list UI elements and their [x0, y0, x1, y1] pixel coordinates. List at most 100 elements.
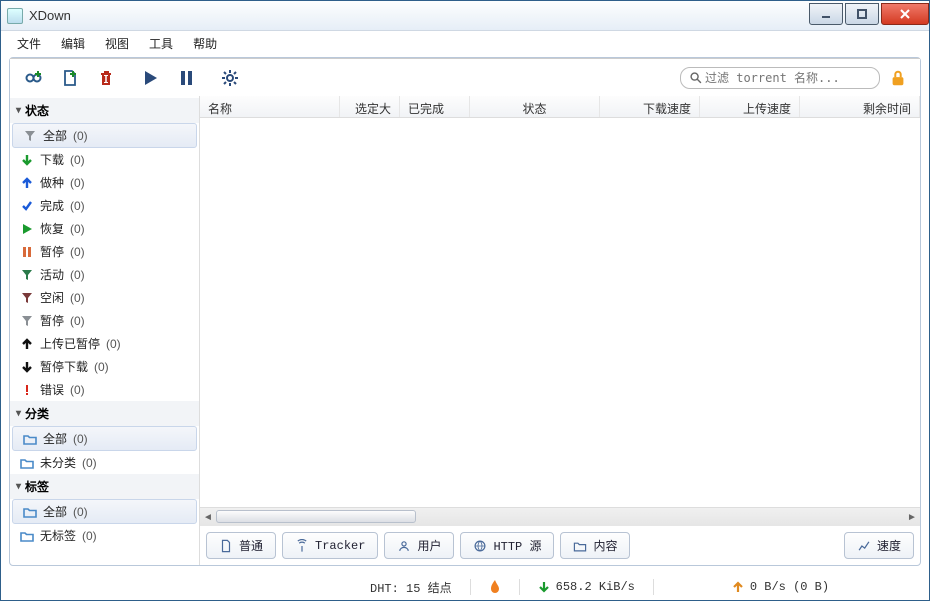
- tab-tracker[interactable]: Tracker: [282, 532, 378, 559]
- col-dl[interactable]: 下载速度: [600, 96, 700, 117]
- folder-icon: [20, 530, 34, 542]
- sidebar-item[interactable]: 恢复(0): [10, 217, 199, 240]
- flame-icon: [489, 580, 501, 594]
- sidebar-item[interactable]: 未分类(0): [10, 451, 199, 474]
- sidebar-item-label: 暂停: [40, 243, 64, 260]
- tab-content-label: 内容: [593, 537, 617, 554]
- tab-http-label: HTTP 源: [493, 537, 541, 554]
- col-name[interactable]: 名称: [200, 96, 340, 117]
- close-button[interactable]: [881, 3, 929, 25]
- menu-bar: 文件 编辑 视图 工具 帮助: [1, 31, 929, 55]
- antenna-icon: [295, 539, 309, 553]
- sidebar-item[interactable]: 全部(0): [12, 123, 197, 148]
- funnel-icon: [20, 269, 34, 281]
- menu-edit[interactable]: 编辑: [51, 32, 95, 55]
- horizontal-scrollbar[interactable]: ◄ ►: [200, 507, 920, 525]
- sidebar-item[interactable]: 做种 (0): [10, 171, 199, 194]
- tab-peers[interactable]: 用户: [384, 532, 454, 559]
- app-window: XDown 文件 编辑 视图 工具 帮助: [0, 0, 930, 601]
- lock-button[interactable]: [886, 66, 910, 90]
- sidebar-item-label: 做种: [40, 174, 64, 191]
- col-ul[interactable]: 上传速度: [700, 96, 800, 117]
- delete-button[interactable]: [92, 64, 120, 92]
- filter-input[interactable]: [703, 70, 871, 86]
- col-status[interactable]: 状态: [470, 96, 600, 117]
- sidebar-item-count: (0): [82, 529, 97, 543]
- col-done[interactable]: 已完成: [400, 96, 470, 117]
- sidebar-item-label: 全部: [43, 430, 67, 447]
- app-icon: [7, 8, 23, 24]
- window-buttons: [809, 3, 929, 25]
- sidebar-group-header[interactable]: 标签: [10, 474, 199, 499]
- title-bar: XDown: [1, 1, 929, 31]
- tab-http[interactable]: HTTP 源: [460, 532, 554, 559]
- folder-icon: [23, 506, 37, 518]
- sidebar-item-count: (0): [70, 176, 85, 190]
- status-firewall: [475, 580, 515, 594]
- sidebar-item-label: 恢复: [40, 220, 64, 237]
- sidebar-group-header[interactable]: 状态: [10, 98, 199, 123]
- sidebar-item[interactable]: 下载 (0): [10, 148, 199, 171]
- sidebar-item[interactable]: 活动(0): [10, 263, 199, 286]
- sidebar-item[interactable]: 错误(0): [10, 378, 199, 401]
- sidebar-item-count: (0): [94, 360, 109, 374]
- scroll-right-icon[interactable]: ►: [904, 508, 920, 526]
- sidebar-item-count: (0): [70, 245, 85, 259]
- arrow-up-icon: [20, 338, 34, 350]
- scroll-left-icon[interactable]: ◄: [200, 508, 216, 526]
- sidebar-item[interactable]: 上传已暂停(0): [10, 332, 199, 355]
- sidebar-item-count: (0): [73, 432, 88, 446]
- menu-help[interactable]: 帮助: [183, 32, 227, 55]
- tab-general-label: 普通: [239, 537, 263, 554]
- torrent-list[interactable]: [200, 118, 920, 507]
- menu-view[interactable]: 视图: [95, 32, 139, 55]
- sidebar-item-count: (0): [82, 456, 97, 470]
- sidebar-item-count: (0): [70, 383, 85, 397]
- start-button[interactable]: [136, 64, 164, 92]
- menu-tools[interactable]: 工具: [139, 32, 183, 55]
- sidebar-item[interactable]: 全部(0): [12, 499, 197, 524]
- tab-peers-label: 用户: [417, 537, 441, 554]
- arrow-down-icon: [538, 581, 550, 593]
- sidebar-item-label: 暂停: [40, 312, 64, 329]
- window-title: XDown: [29, 8, 809, 23]
- sidebar-item[interactable]: 暂停下载(0): [10, 355, 199, 378]
- sidebar-item[interactable]: 空闲(0): [10, 286, 199, 309]
- pause-button[interactable]: [172, 64, 200, 92]
- sidebar-item[interactable]: 暂停 (0): [10, 240, 199, 263]
- sidebar-item-count: (0): [70, 153, 85, 167]
- funnel-icon: [20, 315, 34, 327]
- menu-file[interactable]: 文件: [7, 32, 51, 55]
- add-link-button[interactable]: [20, 64, 48, 92]
- tab-content[interactable]: 内容: [560, 532, 630, 559]
- arrow-up-icon: [20, 177, 34, 189]
- sidebar-item-label: 空闲: [40, 289, 64, 306]
- sidebar-item-count: (0): [73, 129, 88, 143]
- funnel-icon: [23, 130, 37, 142]
- sidebar-item[interactable]: 暂停(0): [10, 309, 199, 332]
- sidebar-item[interactable]: 无标签 (0): [10, 524, 199, 547]
- sidebar-item-label: 上传已暂停: [40, 335, 100, 352]
- tab-speed-label: 速度: [877, 537, 901, 554]
- sidebar-item[interactable]: 完成(0): [10, 194, 199, 217]
- col-eta[interactable]: 剩余时间: [800, 96, 920, 117]
- sidebar-group-header[interactable]: 分类: [10, 401, 199, 426]
- add-file-button[interactable]: [56, 64, 84, 92]
- status-upload-speed: 0 B/s (0 B): [718, 580, 843, 594]
- funnel-icon: [20, 292, 34, 304]
- filter-search[interactable]: [680, 67, 880, 89]
- sidebar-item[interactable]: 全部 (0): [12, 426, 197, 451]
- maximize-button[interactable]: [845, 3, 879, 25]
- sidebar-item-label: 下载: [40, 151, 64, 168]
- col-size[interactable]: 选定大小: [340, 96, 400, 117]
- settings-button[interactable]: [216, 64, 244, 92]
- toolbar: [10, 58, 920, 96]
- sidebar-item-label: 无标签: [40, 527, 76, 544]
- minimize-button[interactable]: [809, 3, 843, 25]
- folder-icon: [20, 457, 34, 469]
- search-icon: [689, 71, 703, 85]
- body: 状态全部(0)下载(0)做种(0)完成(0)恢复(0)暂停(0)活动(0)空闲(…: [10, 96, 920, 565]
- tab-speed[interactable]: 速度: [844, 532, 914, 559]
- scroll-thumb[interactable]: [216, 510, 416, 523]
- tab-general[interactable]: 普通: [206, 532, 276, 559]
